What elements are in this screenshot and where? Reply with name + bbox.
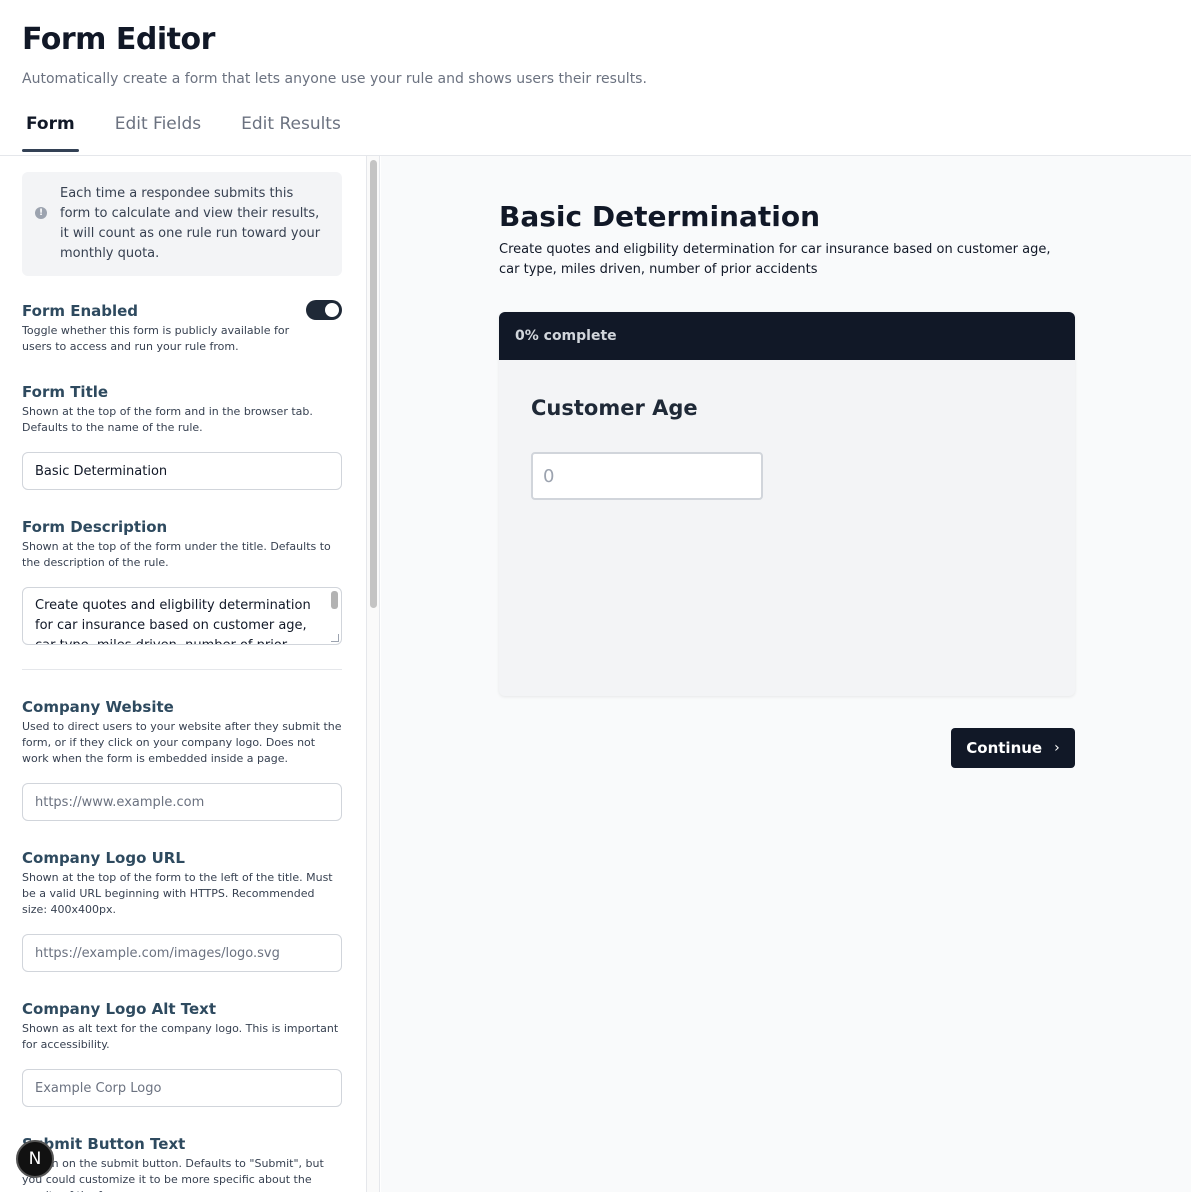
form-preview-panel: Basic Determination Create quotes and el… — [381, 156, 1191, 1192]
tab-form[interactable]: Form — [22, 114, 79, 152]
form-title-input[interactable]: Basic Determination — [22, 452, 342, 490]
n-badge[interactable]: N — [16, 1140, 54, 1178]
quota-info-box: ! Each time a respondee submits this for… — [22, 172, 342, 276]
submit-button-text-setting: Submit Button Text Shown on the submit b… — [22, 1135, 342, 1192]
customer-age-input[interactable]: 0 — [531, 452, 763, 500]
company-logo-url-setting: Company Logo URL Shown at the top of the… — [22, 849, 342, 972]
info-icon: ! — [35, 207, 47, 219]
preview-title: Basic Determination — [499, 200, 821, 233]
chevron-right-icon: › — [1054, 740, 1060, 756]
settings-scrollbar[interactable] — [366, 156, 380, 1192]
page-title: Form Editor — [22, 22, 215, 57]
tab-bar: Form Edit Fields Edit Results — [22, 114, 377, 152]
tab-edit-fields[interactable]: Edit Fields — [111, 114, 205, 152]
continue-label: Continue — [966, 739, 1043, 757]
company-logo-url-input[interactable]: https://example.com/images/logo.svg — [22, 934, 342, 972]
submit-button-text-help: Shown on the submit button. Defaults to … — [22, 1157, 324, 1192]
company-website-help: Used to direct users to your website aft… — [22, 720, 342, 765]
form-description-setting: Form Description Shown at the top of the… — [22, 518, 342, 645]
textarea-scrollbar[interactable] — [331, 591, 338, 609]
form-title-help: Shown at the top of the form and in the … — [22, 405, 313, 434]
company-website-setting: Company Website Used to direct users to … — [22, 698, 342, 821]
form-enabled-setting: Form Enabled Toggle whether this form is… — [22, 300, 342, 355]
continue-button[interactable]: Continue › — [951, 728, 1075, 768]
company-website-label: Company Website — [22, 698, 174, 716]
company-logo-alt-help: Shown as alt text for the company logo. … — [22, 1022, 339, 1051]
section-divider — [22, 669, 342, 670]
form-enabled-label: Form Enabled — [22, 302, 139, 320]
page-header: Form Editor Automatically create a form … — [22, 22, 647, 87]
tab-edit-results[interactable]: Edit Results — [237, 114, 345, 152]
settings-scrollbar-thumb[interactable] — [370, 160, 377, 608]
quota-info-text: Each time a respondee submits this form … — [60, 186, 321, 261]
form-title-setting: Form Title Shown at the top of the form … — [22, 383, 342, 490]
form-enabled-toggle[interactable] — [306, 300, 342, 320]
company-logo-alt-setting: Company Logo Alt Text Shown as alt text … — [22, 1000, 342, 1107]
textarea-resize-handle[interactable] — [331, 634, 339, 642]
form-description-text: Create quotes and eligbility determinati… — [35, 598, 311, 644]
toggle-knob — [325, 303, 339, 317]
company-logo-url-label: Company Logo URL — [22, 849, 185, 867]
submit-button-text-label: Submit Button Text — [22, 1135, 186, 1153]
company-logo-alt-label: Company Logo Alt Text — [22, 1000, 217, 1018]
company-logo-alt-input[interactable]: Example Corp Logo — [22, 1069, 342, 1107]
form-description-label: Form Description — [22, 518, 168, 536]
preview-form-card: 0% complete Customer Age 0 — [499, 312, 1075, 696]
preview-description: Create quotes and eligbility determinati… — [499, 242, 1051, 277]
company-website-input[interactable]: https://www.example.com — [22, 783, 342, 821]
form-title-label: Form Title — [22, 383, 109, 401]
form-description-textarea[interactable]: Create quotes and eligbility determinati… — [22, 587, 342, 645]
progress-bar: 0% complete — [499, 312, 1075, 360]
question-label: Customer Age — [531, 396, 698, 420]
form-description-help: Shown at the top of the form under the t… — [22, 540, 331, 569]
form-enabled-help: Toggle whether this form is publicly ava… — [22, 324, 290, 353]
page-subtitle: Automatically create a form that lets an… — [22, 71, 647, 87]
form-settings-panel: ! Each time a respondee submits this for… — [22, 156, 342, 1192]
company-logo-url-help: Shown at the top of the form to the left… — [22, 871, 333, 916]
